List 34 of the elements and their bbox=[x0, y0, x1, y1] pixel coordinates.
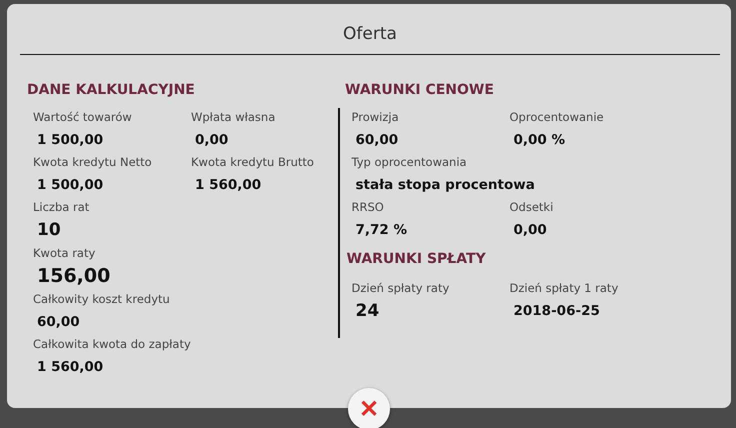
section-heading: WARUNKI CENOWE bbox=[344, 82, 495, 100]
field-value: 7,72 % bbox=[354, 221, 408, 240]
field-label: Kwota raty bbox=[33, 246, 96, 261]
field-label: Odsetki bbox=[510, 200, 554, 215]
field-label: Typ oprocentowania bbox=[352, 155, 468, 170]
field-label: Dzień spłaty raty bbox=[352, 281, 450, 296]
field-label: Kwota kredytu Brutto bbox=[191, 155, 315, 170]
field-value: 60,00 bbox=[36, 313, 81, 332]
section-heading: WARUNKI SPŁATY bbox=[346, 251, 487, 269]
field-value: 60,00 bbox=[354, 131, 400, 150]
field-value: 24 bbox=[354, 300, 380, 323]
field-value: 1 560,00 bbox=[194, 176, 262, 195]
field-label: Całkowity koszt kredytu bbox=[33, 292, 171, 307]
field-value: stała stopa procentowa bbox=[354, 176, 536, 195]
field-value: 1 500,00 bbox=[36, 176, 104, 195]
section-heading: DANE KALKULACYJNE bbox=[26, 82, 196, 100]
field-label: Liczba rat bbox=[33, 200, 90, 215]
field-label: RRSO bbox=[352, 200, 385, 215]
dialog-title: Oferta bbox=[342, 23, 398, 46]
field-value: 2018-06-25 bbox=[512, 302, 601, 321]
field-label: Oprocentowanie bbox=[510, 110, 605, 125]
field-value: 0,00 bbox=[194, 131, 230, 150]
field-value: 0,00 bbox=[512, 221, 548, 240]
field-label: Prowizja bbox=[352, 110, 400, 125]
field-label: Wpłata własna bbox=[191, 110, 276, 125]
field-value: 1 500,00 bbox=[36, 131, 104, 150]
field-value: 156,00 bbox=[36, 264, 112, 289]
field-value: 0,00 % bbox=[512, 131, 566, 150]
field-label: Dzień spłaty 1 raty bbox=[510, 281, 620, 296]
field-label: Wartość towarów bbox=[33, 110, 133, 125]
field-label: Całkowita kwota do zapłaty bbox=[33, 337, 192, 352]
field-value: 10 bbox=[36, 219, 62, 242]
field-value: 1 560,00 bbox=[36, 358, 104, 377]
field-label: Kwota kredytu Netto bbox=[33, 155, 153, 170]
